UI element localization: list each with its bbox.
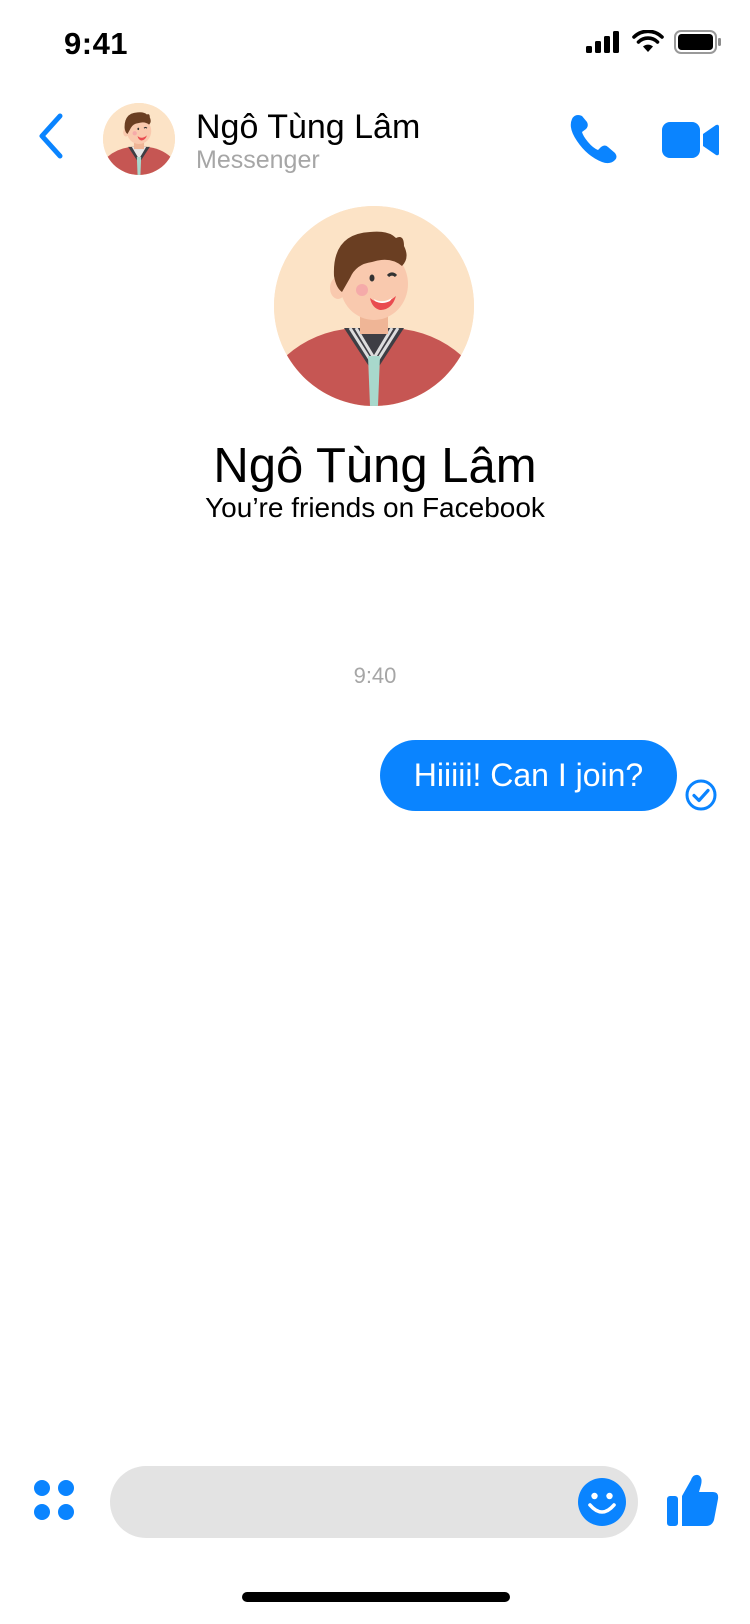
profile-avatar[interactable] bbox=[274, 206, 474, 406]
like-button[interactable] bbox=[666, 1472, 720, 1528]
profile-name: Ngô Tùng Lâm bbox=[213, 439, 537, 493]
status-icons bbox=[586, 30, 722, 54]
four-dots-icon bbox=[34, 1480, 74, 1520]
message-text: Hiiiii! Can I join? bbox=[413, 757, 644, 793]
emoji-button[interactable] bbox=[577, 1477, 627, 1527]
message-input-container[interactable] bbox=[110, 1466, 638, 1540]
outgoing-message-bubble[interactable]: Hiiiii! Can I join? bbox=[380, 740, 677, 811]
wifi-icon bbox=[632, 30, 664, 52]
voice-call-button[interactable] bbox=[567, 112, 621, 166]
battery-icon bbox=[674, 30, 721, 54]
video-call-button[interactable] bbox=[662, 118, 720, 162]
phone-icon bbox=[570, 115, 617, 164]
back-button[interactable] bbox=[30, 108, 74, 164]
chevron-left-icon bbox=[39, 113, 63, 159]
avatar-illustration bbox=[103, 103, 175, 175]
message-timestamp: 9:40 bbox=[353, 663, 397, 688]
message-input[interactable] bbox=[134, 1466, 558, 1540]
sent-check-icon bbox=[685, 779, 717, 811]
contact-avatar[interactable] bbox=[103, 103, 175, 175]
video-camera-icon bbox=[662, 122, 719, 158]
apps-button[interactable] bbox=[32, 1478, 76, 1522]
status-time: 9:41 bbox=[64, 26, 129, 61]
home-indicator bbox=[242, 1592, 510, 1602]
thumbs-up-icon bbox=[667, 1474, 719, 1526]
contact-name: Ngô Tùng Lâm bbox=[196, 108, 421, 146]
friendship-status: You’re friends on Facebook bbox=[205, 492, 545, 523]
avatar-illustration bbox=[274, 206, 474, 406]
smiley-icon bbox=[578, 1478, 626, 1526]
contact-subtitle: Messenger bbox=[196, 146, 320, 174]
message-sent-status bbox=[684, 778, 718, 812]
cellular-signal-icon bbox=[586, 31, 619, 53]
